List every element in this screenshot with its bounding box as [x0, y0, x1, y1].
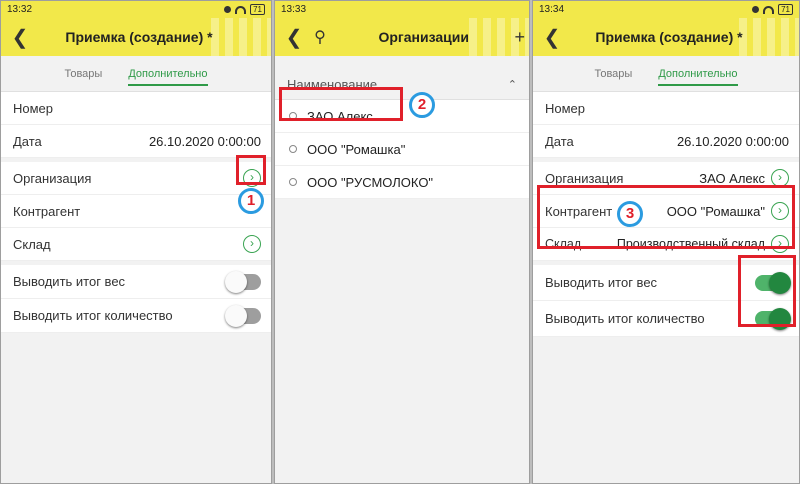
- number-label: Номер: [545, 100, 586, 116]
- battery-icon: 71: [778, 4, 793, 15]
- tab-additional[interactable]: Дополнительно: [658, 68, 738, 86]
- screen-receipt-after: 13:34 71 ❮ Приемка (создание) * Товары Д…: [532, 0, 800, 484]
- counterparty-row[interactable]: Контрагент: [1, 195, 271, 228]
- date-row[interactable]: Дата 26.10.2020 0:00:00: [533, 125, 799, 158]
- warehouse-label: Склад: [13, 236, 51, 252]
- total-qty-row: Выводить итог количество: [1, 299, 271, 333]
- total-qty-label: Выводить итог количество: [545, 311, 705, 326]
- highlight-box: [537, 185, 795, 249]
- total-weight-label: Выводить итог вес: [545, 275, 658, 290]
- notification-icon: [224, 6, 232, 13]
- chevron-right-circle-icon[interactable]: ›: [243, 235, 261, 253]
- radio-icon: [289, 145, 297, 153]
- app-bar: ❮ Приемка (создание) *: [1, 18, 271, 56]
- step-badge: 3: [617, 201, 643, 227]
- screen-receipt-before: 13:32 71 ❮ Приемка (создание) * Товары Д…: [0, 0, 272, 484]
- screen-organizations: 13:33 ❮ ⚲ Организации + Наименование ⌃ З…: [274, 0, 530, 484]
- page-title: Приемка (создание) *: [65, 29, 213, 45]
- list-item[interactable]: ООО "РУСМОЛОКО": [275, 166, 529, 199]
- counterparty-label: Контрагент: [13, 203, 81, 219]
- back-icon[interactable]: ❮: [539, 25, 565, 50]
- status-bar: 13:34 71: [533, 1, 799, 18]
- plus-icon[interactable]: +: [514, 27, 525, 48]
- status-bar: 13:32 71: [1, 1, 271, 18]
- status-time: 13:33: [281, 4, 307, 15]
- organization-row[interactable]: Организация ›: [1, 162, 271, 195]
- org-name: ООО "Ромашка": [307, 141, 406, 157]
- status-time: 13:32: [7, 4, 33, 15]
- total-weight-label: Выводить итог вес: [13, 274, 126, 289]
- status-bar: 13:33: [275, 1, 529, 18]
- sort-icon[interactable]: ⌃: [508, 78, 517, 91]
- form-card: Номер Дата 26.10.2020 0:00:00: [1, 92, 271, 158]
- status-time: 13:34: [539, 4, 565, 15]
- total-qty-label: Выводить итог количество: [13, 308, 173, 323]
- date-value: 26.10.2020 0:00:00: [676, 133, 789, 149]
- notification-icon: [752, 6, 760, 13]
- total-weight-toggle[interactable]: [225, 270, 261, 293]
- back-icon[interactable]: ❮: [281, 25, 307, 50]
- highlight-box: [738, 255, 796, 327]
- tab-bar: Товары Дополнительно: [533, 56, 799, 92]
- page-title: Организации: [378, 29, 469, 45]
- highlight-box: [236, 155, 266, 185]
- tab-goods[interactable]: Товары: [64, 68, 102, 80]
- wifi-icon: [235, 5, 247, 14]
- number-row[interactable]: Номер: [533, 92, 799, 125]
- back-icon[interactable]: ❮: [7, 25, 33, 50]
- highlight-box: [279, 87, 403, 121]
- total-weight-row: Выводить итог вес: [1, 265, 271, 299]
- warehouse-row[interactable]: Склад ›: [1, 228, 271, 261]
- search-icon[interactable]: ⚲: [307, 27, 333, 47]
- app-bar: ❮ Приемка (создание) *: [533, 18, 799, 56]
- tutorial-screenshot: 13:32 71 ❮ Приемка (создание) * Товары Д…: [0, 0, 800, 484]
- date-row[interactable]: Дата 26.10.2020 0:00:00: [1, 125, 271, 158]
- page-title: Приемка (создание) *: [595, 29, 743, 45]
- battery-icon: 71: [250, 4, 265, 15]
- number-label: Номер: [13, 100, 54, 116]
- total-qty-toggle[interactable]: [225, 304, 261, 327]
- organization-value: ЗАО Алекс: [699, 170, 765, 186]
- list-item[interactable]: ООО "Ромашка": [275, 133, 529, 166]
- date-label: Дата: [13, 133, 42, 149]
- tab-additional[interactable]: Дополнительно: [128, 68, 208, 86]
- step-badge: 2: [409, 92, 435, 118]
- app-bar: ❮ ⚲ Организации +: [275, 18, 529, 56]
- number-row[interactable]: Номер: [1, 92, 271, 125]
- organization-label: Организация: [13, 170, 92, 186]
- date-label: Дата: [545, 133, 574, 149]
- radio-icon: [289, 178, 297, 186]
- tab-goods[interactable]: Товары: [594, 68, 632, 80]
- date-value: 26.10.2020 0:00:00: [148, 133, 261, 149]
- wifi-icon: [763, 5, 775, 14]
- organization-label: Организация: [545, 170, 624, 186]
- tab-bar: Товары Дополнительно: [1, 56, 271, 92]
- org-name: ООО "РУСМОЛОКО": [307, 174, 434, 190]
- step-badge: 1: [238, 188, 264, 214]
